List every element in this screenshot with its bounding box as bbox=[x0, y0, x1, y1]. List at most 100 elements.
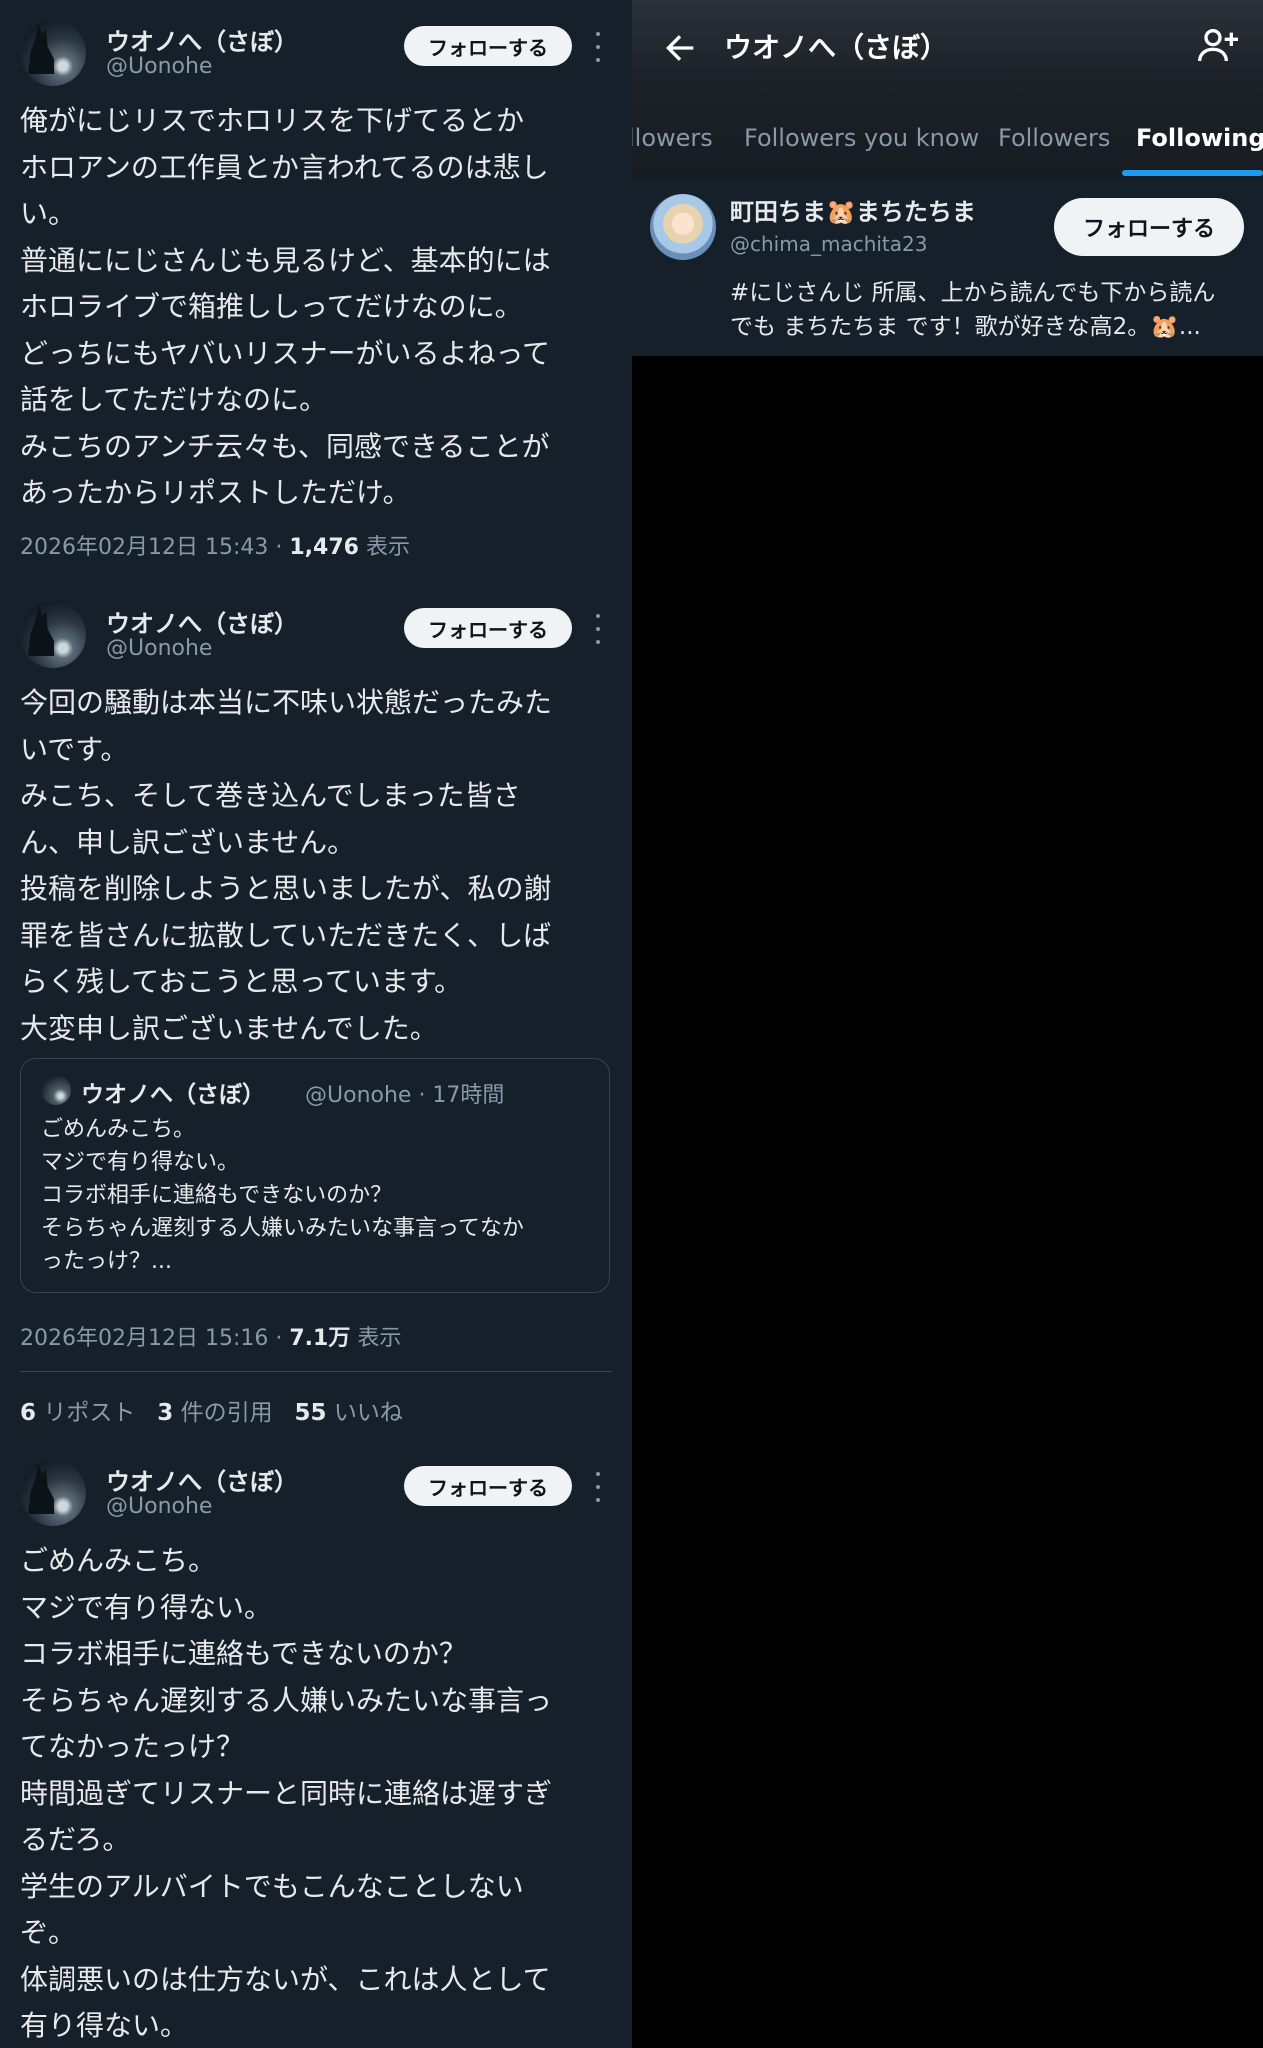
tweet-header: ウオノへ（さぼ） @Uonohe フォローする bbox=[0, 602, 632, 672]
active-tab-indicator bbox=[1122, 170, 1263, 176]
like-label: いいね bbox=[326, 1400, 403, 1426]
avatar bbox=[41, 1075, 71, 1105]
avatar[interactable] bbox=[20, 1460, 86, 1526]
bio-line: でも まちたちま です！歌が好きな高2。🐹... bbox=[730, 314, 1201, 340]
user-handle[interactable]: @chima_machita23 bbox=[730, 232, 927, 256]
avatar[interactable] bbox=[20, 602, 86, 668]
follow-button[interactable]: フォローする bbox=[404, 608, 572, 648]
profile-header: ウオノへ（さぼ） llowers Followers you know Foll… bbox=[632, 0, 1263, 178]
quoted-line: そらちゃん遅刻する人嫌いみたいな事言ってなか bbox=[41, 1216, 524, 1241]
tweet-line: てなかったっけ？ bbox=[20, 1730, 245, 1763]
tweet-line: いです。 bbox=[20, 732, 129, 766]
tweet-timestamp[interactable]: 2026年02月12日 15:43 · bbox=[20, 535, 289, 560]
back-arrow-icon[interactable] bbox=[660, 28, 700, 68]
follow-button[interactable]: フォローする bbox=[404, 26, 572, 66]
quote-count: 3 bbox=[157, 1400, 174, 1426]
tweet-text: 今回の騒動は本当に不味い状態だったみた いです。 みこち、そして巻き込んでしまっ… bbox=[0, 672, 632, 1052]
quoted-tweet-header: ウオノへ（さぼ） @Uonohe · 17時間 bbox=[41, 1073, 589, 1108]
tweet-line: 俺がにじリスでホロリスを下げてるとか bbox=[20, 104, 525, 137]
tweet-line: どっちにもヤバいリスナーがいるよねって bbox=[20, 336, 551, 370]
tweet-line: みこちのアンチ云々も、同感できることが bbox=[20, 429, 550, 463]
tweet-line: ホロアンの工作員とか言われてるのは悲し bbox=[20, 150, 549, 184]
tweet-thread-panel: ウオノへ（さぼ） @Uonohe フォローする 俺がにじリスでホロリスを下げてる… bbox=[0, 0, 632, 2048]
follow-button[interactable]: フォローする bbox=[1054, 198, 1244, 256]
more-options-icon[interactable] bbox=[590, 32, 606, 62]
tweet-line: ん、申し訳ございません。 bbox=[20, 825, 356, 859]
bio-line: #にじさんじ 所属、上から読んでも下から読ん bbox=[730, 280, 1216, 306]
quoted-tweet-text: ごめんみこち。 マジで有り得ない。 コラボ相手に連絡もできないのか？ そらちゃん… bbox=[41, 1113, 589, 1278]
tab-bar: llowers Followers you know Followers Fol… bbox=[632, 118, 1263, 178]
user-name[interactable]: 町田ちま🐹まちたちま bbox=[730, 192, 976, 227]
follow-button[interactable]: フォローする bbox=[404, 1466, 572, 1506]
quoted-line: ごめんみこち。 bbox=[41, 1117, 196, 1142]
user-list-item[interactable]: 町田ちま🐹まちたちま @chima_machita23 フォローする #にじさん… bbox=[632, 178, 1263, 356]
tab-verified-followers[interactable]: llowers bbox=[632, 124, 713, 152]
tweet-line: るだろ。 bbox=[20, 1823, 131, 1856]
tweet-header: ウオノへ（さぼ） @Uonohe フォローする bbox=[0, 1460, 632, 1530]
quoted-line: ったっけ？... bbox=[41, 1249, 172, 1274]
user-handle[interactable]: @Uonohe bbox=[106, 1494, 212, 1519]
avatar[interactable] bbox=[650, 194, 716, 260]
like-stat[interactable]: 55 いいね bbox=[295, 1400, 403, 1426]
avatar[interactable] bbox=[20, 20, 86, 86]
divider bbox=[20, 1371, 612, 1372]
tweet-stats: 6 リポスト 3 件の引用 55 いいね bbox=[20, 1393, 403, 1427]
tweet-line: みこち、そして巻き込んでしまった皆さ bbox=[20, 779, 521, 812]
tweet-line: 話をしてただけなのに。 bbox=[20, 383, 328, 416]
tweet-text: 俺がにじリスでホロリスを下げてるとか ホロアンの工作員とか言われてるのは悲し い… bbox=[0, 90, 632, 561]
tweet-line: ホロライブで箱推ししってだけなのに。 bbox=[20, 290, 523, 323]
tweet-line: ごめんみこち。 bbox=[20, 1544, 217, 1577]
tweet-line: 罪を皆さんに拡散していただきたく、しば bbox=[20, 918, 552, 952]
quote-stat[interactable]: 3 件の引用 bbox=[157, 1400, 272, 1426]
user-bio: #にじさんじ 所属、上から読んでも下から読ん でも まちたちま です！歌が好きな… bbox=[730, 276, 1250, 344]
tweet-line: い。 bbox=[20, 197, 77, 230]
view-label: 表示 bbox=[358, 534, 410, 560]
tweet-text: ごめんみこち。 マジで有り得ない。 コラボ相手に連絡もできないのか？ そらちゃん… bbox=[0, 1530, 632, 2048]
tweet-line: そらちゃん遅刻する人嫌いみたいな事言っ bbox=[20, 1683, 553, 1717]
view-count: 7.1万 bbox=[289, 1326, 351, 1351]
tweet-line: 大変申し訳ございませんでした。 bbox=[20, 1011, 438, 1045]
quoted-tweet[interactable]: ウオノへ（さぼ） @Uonohe · 17時間 ごめんみこち。 マジで有り得ない… bbox=[20, 1058, 610, 1293]
tweet-line: 投稿を削除しようと思いましたが、私の謝 bbox=[20, 872, 552, 905]
tweet-line: 学生のアルバイトでもこんなことしない bbox=[20, 1869, 524, 1903]
tweet-line: コラボ相手に連絡もできないのか？ bbox=[20, 1637, 467, 1670]
tweet[interactable]: ウオノへ（さぼ） @Uonohe フォローする 今回の騒動は本当に不味い状態だっ… bbox=[0, 602, 632, 1052]
page-title: ウオノへ（さぼ） bbox=[724, 31, 949, 64]
user-name[interactable]: ウオノへ（さぼ） bbox=[106, 22, 298, 57]
quoted-user-name: ウオノへ（さぼ） bbox=[81, 1082, 265, 1108]
tweet-line: らく残しておこうと思っています。 bbox=[20, 965, 463, 998]
tweet[interactable]: ウオノへ（さぼ） @Uonohe フォローする 俺がにじリスでホロリスを下げてる… bbox=[0, 20, 632, 561]
view-count: 1,476 bbox=[289, 534, 359, 560]
tweet-header: ウオノへ（さぼ） @Uonohe フォローする bbox=[0, 20, 632, 90]
following-list-panel: ウオノへ（さぼ） llowers Followers you know Foll… bbox=[632, 0, 1263, 2048]
tab-followers-you-know[interactable]: Followers you know bbox=[744, 124, 979, 152]
tweet-line: 普通ににじさんじも見るけど、基本的には bbox=[20, 243, 551, 277]
tweet-line: 今回の騒動は本当に不味い状態だったみた bbox=[20, 686, 553, 719]
tab-following[interactable]: Following bbox=[1136, 124, 1263, 152]
tab-followers[interactable]: Followers bbox=[998, 124, 1110, 152]
repost-stat[interactable]: 6 リポスト bbox=[20, 1400, 135, 1426]
tweet-line: 時間過ぎてリスナーと同時に連絡は遅すぎ bbox=[20, 1776, 553, 1810]
user-handle[interactable]: @Uonohe bbox=[106, 636, 212, 661]
repost-label: リポスト bbox=[36, 1400, 136, 1426]
like-count: 55 bbox=[294, 1400, 327, 1426]
quoted-line: マジで有り得ない。 bbox=[41, 1150, 240, 1175]
tweet-line: あったからリポストしただけ。 bbox=[20, 476, 411, 509]
more-options-icon[interactable] bbox=[590, 1472, 606, 1502]
more-options-icon[interactable] bbox=[590, 614, 606, 644]
tweet-meta: 2026年02月12日 15:43 · 1,476 表示 bbox=[20, 529, 612, 561]
tweet-line: 体調悪いのは仕方ないが、これは人として bbox=[20, 1962, 551, 1996]
user-name[interactable]: ウオノへ（さぼ） bbox=[106, 1462, 298, 1497]
tweet-meta: 2026年02月12日 15:16 · 7.1万 表示 bbox=[20, 1320, 401, 1352]
repost-count: 6 bbox=[20, 1400, 37, 1426]
add-user-icon[interactable] bbox=[1196, 26, 1240, 66]
tweet-timestamp[interactable]: 2026年02月12日 15:16 · bbox=[20, 1326, 289, 1351]
tweet[interactable]: ウオノへ（さぼ） @Uonohe フォローする ごめんみこち。 マジで有り得ない… bbox=[0, 1460, 632, 2048]
quoted-line: コラボ相手に連絡もできないのか？ bbox=[41, 1183, 393, 1208]
tweet-line: 有り得ない。 bbox=[20, 2009, 189, 2042]
user-handle[interactable]: @Uonohe bbox=[106, 54, 212, 79]
user-name[interactable]: ウオノへ（さぼ） bbox=[106, 604, 298, 639]
tweet-line: マジで有り得ない。 bbox=[20, 1590, 273, 1624]
quote-label: 件の引用 bbox=[173, 1400, 273, 1426]
quoted-tweet-meta: @Uonohe · 17時間 bbox=[305, 1083, 505, 1108]
